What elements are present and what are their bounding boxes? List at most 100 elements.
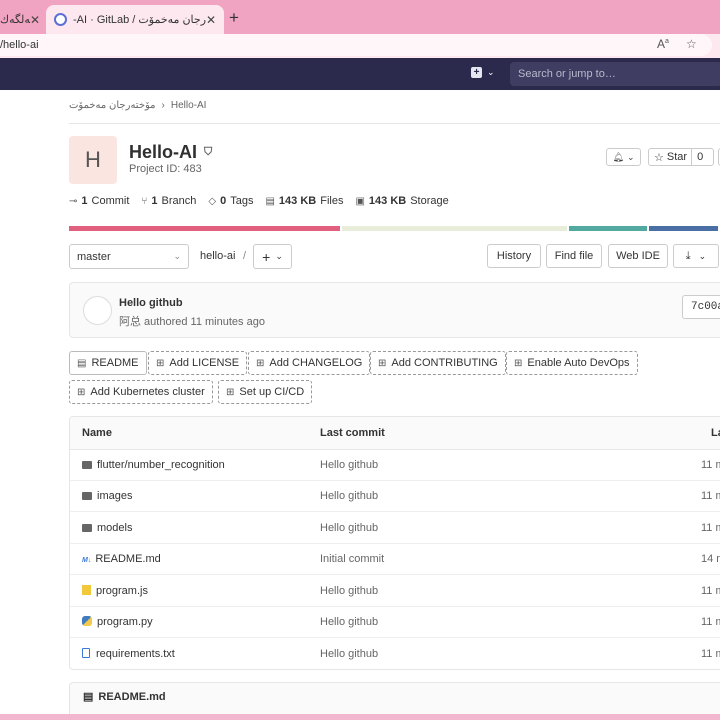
file-name-link[interactable]: program.js [82, 585, 148, 597]
url-text: /hello-ai [0, 39, 39, 51]
browser-tab-active[interactable]: -AI · GitLab / مۆختەرجان مەخمۆت ✕ [46, 5, 224, 34]
stat-label: Tags [230, 195, 254, 207]
project-title-row: Hello-AI ⛉ [129, 142, 212, 163]
stat-commits[interactable]: ⊸ 1 Commit [69, 195, 129, 207]
avatar[interactable] [83, 296, 112, 325]
stat-storage[interactable]: ▣ 143 KB Storage [355, 195, 448, 207]
breadcrumb-group[interactable]: مۆختەرجان مەخمۆت [69, 100, 156, 111]
file-icon: ▤ [265, 195, 275, 207]
star-icon: ☆ [654, 151, 664, 164]
file-last-update: 11 m [701, 648, 720, 660]
url-field[interactable]: /hello-ai [0, 34, 712, 56]
repository-language-bar[interactable] [69, 226, 720, 231]
browser-tab-inactive[interactable]: تەلگەك ✕ [0, 5, 40, 34]
chevron-down-icon: ⌄ [626, 151, 635, 162]
plus-square-icon: ⊞ [156, 357, 165, 369]
add-license-button[interactable]: ⊞ Add LICENSE [148, 351, 248, 375]
add-file-dropdown-button[interactable]: + ⌄ [253, 244, 292, 269]
language-segment[interactable] [569, 226, 647, 231]
javascript-file-icon [82, 585, 91, 595]
file-last-commit[interactable]: Hello github [320, 585, 378, 597]
file-last-update: 11 m [701, 585, 720, 597]
favorite-star-icon[interactable]: ☆ [686, 37, 697, 51]
web-ide-button[interactable]: Web IDE [608, 244, 668, 268]
page-title: Hello-AI [129, 142, 198, 162]
history-button[interactable]: History [487, 244, 541, 268]
file-last-commit[interactable]: Hello github [320, 490, 378, 502]
star-button[interactable]: ☆ Star 0 [648, 148, 714, 166]
search-input[interactable]: Search or jump to… [510, 62, 720, 86]
file-name: program.js [96, 585, 148, 597]
add-changelog-button[interactable]: ⊞ Add CHANGELOG [248, 351, 371, 375]
stat-label: Files [320, 195, 344, 207]
star-label: Star [666, 151, 688, 163]
stat-label: Storage [410, 195, 449, 207]
add-contributing-button[interactable]: ⊞ Add CONTRIBUTING [370, 351, 506, 375]
stat-files[interactable]: ▤ 143 KB Files [265, 195, 343, 207]
stat-tags[interactable]: ◇ 0 Tags [208, 195, 253, 207]
text-file-icon [82, 648, 90, 658]
file-tree-table: Name Last commit La flutter/number_recog… [69, 416, 720, 670]
close-icon[interactable]: ✕ [30, 13, 40, 27]
table-row[interactable]: requirements.txt Hello github 11 m [70, 639, 720, 669]
path-root-link[interactable]: hello-ai [200, 250, 235, 262]
file-name-link[interactable]: M↓ README.md [82, 553, 161, 565]
stat-value: 143 KB [278, 195, 317, 207]
close-icon[interactable]: ✕ [206, 13, 216, 27]
readme-button[interactable]: ▤ README [69, 351, 147, 375]
find-file-button[interactable]: Find file [546, 244, 602, 268]
commit-sha-button[interactable]: 7c00a [682, 295, 720, 319]
setup-ci-cd-button[interactable]: ⊞ Set up CI/CD [218, 380, 313, 404]
stat-label: Commit [91, 195, 130, 207]
language-segment[interactable] [342, 226, 568, 231]
breadcrumb-project[interactable]: Hello-AI [171, 100, 207, 111]
bell-icon: 🔔︎ [612, 151, 624, 162]
column-header-last-commit: Last commit [320, 427, 385, 439]
path-separator: / [243, 250, 247, 262]
table-row[interactable]: M↓README.md Initial commit 14 m [70, 544, 720, 575]
star-count[interactable]: 0 [692, 151, 708, 163]
file-name-link[interactable]: flutter/number_recognition [82, 459, 225, 471]
branch-name: master [77, 250, 111, 263]
language-segment[interactable] [69, 226, 341, 231]
button-label: Enable Auto DevOps [527, 357, 630, 369]
gitlab-header: + ⌄ Search or jump to… [0, 58, 720, 90]
read-aloud-icon[interactable]: Aa [657, 37, 669, 51]
file-name-link[interactable]: requirements.txt [82, 648, 175, 660]
download-button[interactable]: ⤓ ⌄ [673, 244, 719, 268]
table-row[interactable]: flutter/number_recognition Hello github … [70, 450, 720, 481]
folder-icon [82, 492, 92, 500]
add-kubernetes-cluster-button[interactable]: ⊞ Add Kubernetes cluster [69, 380, 213, 404]
table-row[interactable]: program.js Hello github 11 m [70, 576, 720, 607]
browser-tab-bar: تەلگەك ✕ -AI · GitLab / مۆختەرجان مەخمۆت… [0, 0, 720, 34]
enable-auto-devops-button[interactable]: ⊞ Enable Auto DevOps [506, 351, 638, 375]
storage-icon: ▣ [355, 195, 365, 207]
stat-label: Branch [161, 195, 197, 207]
file-last-commit[interactable]: Hello github [320, 616, 378, 628]
file-last-commit[interactable]: Initial commit [320, 553, 384, 565]
readme-header: ▤ README.md [83, 690, 166, 704]
table-row[interactable]: program.py Hello github 11 m [70, 607, 720, 638]
file-name-link[interactable]: images [82, 490, 132, 502]
chevron-down-icon: ⌄ [487, 67, 495, 77]
folder-icon [82, 524, 92, 532]
language-segment[interactable] [648, 226, 718, 231]
button-label: Set up CI/CD [239, 386, 305, 398]
new-menu-button[interactable]: + ⌄ [471, 67, 495, 78]
file-last-commit[interactable]: Hello github [320, 522, 378, 534]
stat-value: 143 KB [368, 195, 407, 207]
plus-icon: + [262, 248, 271, 265]
branch-dropdown[interactable]: master ⌄ [69, 244, 189, 269]
file-last-commit[interactable]: Hello github [320, 648, 378, 660]
file-last-commit[interactable]: Hello github [320, 459, 378, 471]
new-tab-plus-icon[interactable]: + [229, 8, 239, 28]
tag-icon: ◇ [208, 195, 217, 207]
file-last-update: 11 m [701, 459, 720, 471]
table-row[interactable]: images Hello github 11 m [70, 481, 720, 512]
table-row[interactable]: models Hello github 11 m [70, 513, 720, 544]
file-name-link[interactable]: program.py [82, 616, 153, 628]
stat-branches[interactable]: ⑂ 1 Branch [141, 195, 196, 207]
file-name-link[interactable]: models [82, 522, 132, 534]
commit-title[interactable]: Hello github [119, 297, 183, 309]
notification-button[interactable]: 🔔︎ ⌄ [606, 148, 641, 166]
